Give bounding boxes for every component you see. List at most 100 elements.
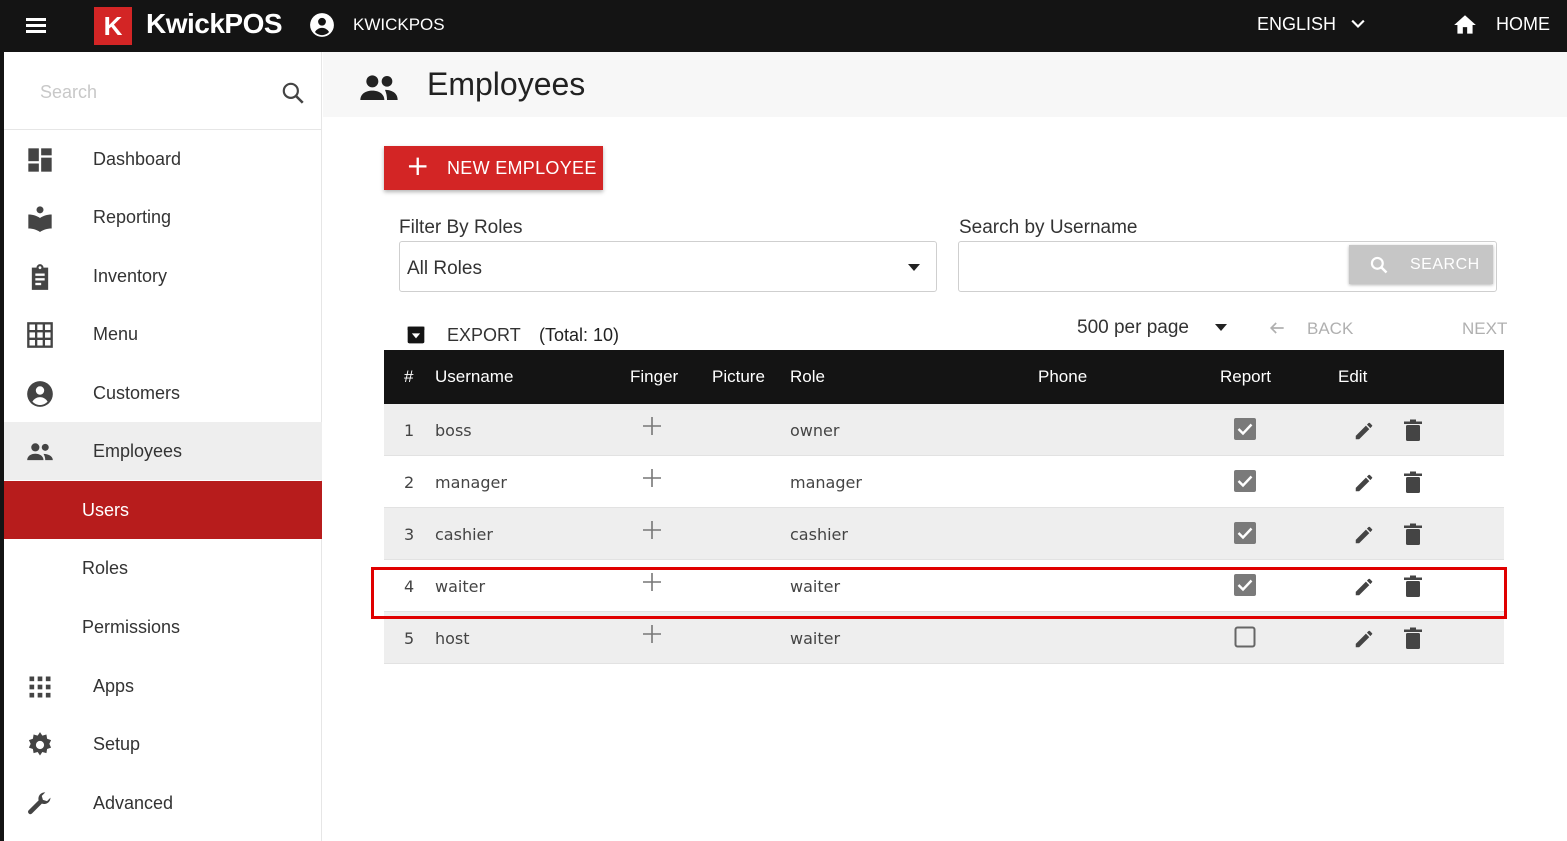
home-link[interactable]: HOME [1496, 14, 1550, 35]
row-number: 5 [404, 629, 415, 648]
caret-down-icon [908, 264, 920, 271]
sidebar-item-dashboard[interactable]: Dashboard [4, 130, 322, 188]
sidebar-search-input[interactable] [40, 76, 270, 108]
brand-name: KwickPOS [146, 8, 283, 39]
sidebar-subitem-roles[interactable]: Roles [4, 539, 322, 597]
row-number: 3 [404, 525, 415, 544]
sidebar-search [4, 52, 322, 130]
sidebar-subitem-label: Roles [82, 558, 129, 578]
column-header-report: Report [1220, 367, 1272, 386]
apps-icon [29, 676, 51, 698]
report-checkbox-checked-icon[interactable] [1234, 522, 1256, 544]
add-fingerprint-icon[interactable] [642, 416, 662, 436]
row-username: manager [435, 473, 507, 492]
row-number: 1 [404, 421, 415, 440]
username-search-input[interactable] [967, 252, 1337, 282]
search-icon[interactable] [280, 80, 306, 106]
page-title: Employees [427, 66, 586, 102]
row-role: waiter [790, 577, 841, 596]
export-button[interactable]: EXPORT [447, 325, 521, 346]
column-header-role: Role [790, 367, 825, 386]
new-employee-label: NEW EMPLOYEE [447, 158, 597, 178]
sidebar: Dashboard Reporting Inventory Menu Custo… [4, 52, 322, 841]
sidebar-item-reporting[interactable]: Reporting [4, 188, 322, 246]
sidebar-subitem-users[interactable]: Users [4, 481, 322, 539]
per-page-select[interactable]: 500 per page [1077, 317, 1189, 339]
hamburger-menu-icon[interactable] [22, 12, 50, 40]
caret-down-icon[interactable] [1215, 324, 1227, 331]
people-icon [360, 75, 398, 100]
sidebar-item-inventory[interactable]: Inventory [4, 247, 322, 305]
trash-icon[interactable] [1403, 471, 1423, 493]
trash-icon[interactable] [1403, 523, 1423, 545]
row-role: cashier [790, 525, 848, 544]
report-checkbox-unchecked-icon[interactable] [1234, 626, 1256, 648]
row-username: cashier [435, 525, 493, 544]
next-button[interactable]: NEXT [1462, 319, 1507, 339]
trash-icon[interactable] [1403, 419, 1423, 441]
pencil-icon[interactable] [1353, 628, 1375, 650]
column-header-edit: Edit [1338, 367, 1368, 386]
username-search-field: SEARCH [958, 241, 1497, 292]
pencil-icon[interactable] [1353, 524, 1375, 546]
sidebar-item-label: Dashboard [93, 149, 182, 169]
trash-icon[interactable] [1403, 627, 1423, 649]
role-filter-value: All Roles [407, 258, 482, 279]
arrow-left-icon[interactable] [1266, 318, 1288, 338]
sidebar-item-advanced[interactable]: Advanced [4, 774, 322, 832]
sidebar-item-label: Inventory [93, 266, 168, 286]
sidebar-item-setup[interactable]: Setup [4, 715, 322, 773]
back-button[interactable]: BACK [1307, 319, 1353, 339]
table-row[interactable]: 1 boss owner [384, 404, 1504, 456]
table-row[interactable]: 4 waiter waiter [384, 560, 1504, 612]
chevron-down-icon[interactable] [1348, 14, 1368, 34]
sidebar-subitem-label: Permissions [82, 617, 181, 637]
filter-by-roles-label: Filter By Roles [399, 217, 523, 238]
row-role: manager [790, 473, 862, 492]
table-row[interactable]: 5 host waiter [384, 612, 1504, 664]
report-checkbox-checked-icon[interactable] [1234, 470, 1256, 492]
sidebar-item-menu[interactable]: Menu [4, 305, 322, 363]
language-selector[interactable]: ENGLISH [1257, 14, 1336, 35]
sidebar-item-employees[interactable]: Employees [4, 422, 322, 480]
table-row[interactable]: 3 cashier cashier [384, 508, 1504, 560]
sidebar-item-label: Setup [93, 734, 141, 754]
search-button-label: SEARCH [1410, 256, 1480, 273]
role-filter-select[interactable]: All Roles [399, 241, 937, 292]
trash-icon[interactable] [1403, 575, 1423, 597]
add-fingerprint-icon[interactable] [642, 572, 662, 592]
sidebar-item-label: Apps [93, 676, 135, 696]
clipboard-icon [31, 264, 49, 290]
add-fingerprint-icon[interactable] [642, 520, 662, 540]
report-checkbox-checked-icon[interactable] [1234, 574, 1256, 596]
top-bar: K KwickPOS KWICKPOS ENGLISH HOME [0, 0, 1567, 52]
grid-icon [27, 322, 53, 348]
row-number: 2 [404, 473, 415, 492]
sidebar-subitem-permissions[interactable]: Permissions [4, 598, 322, 656]
sidebar-item-label: Reporting [93, 207, 172, 227]
export-archive-icon[interactable] [406, 325, 426, 345]
sidebar-item-customers[interactable]: Customers [4, 364, 322, 422]
home-icon[interactable] [1452, 12, 1478, 38]
account-name[interactable]: KWICKPOS [353, 15, 445, 35]
table-row[interactable]: 2 manager manager [384, 456, 1504, 508]
pencil-icon[interactable] [1353, 576, 1375, 598]
pencil-icon[interactable] [1353, 420, 1375, 442]
sidebar-item-label: Customers [93, 383, 181, 403]
new-employee-button[interactable]: + NEW EMPLOYEE [384, 146, 603, 190]
sidebar-item-label: Advanced [93, 793, 174, 813]
column-header-phone: Phone [1038, 367, 1088, 386]
total-count: (Total: 10) [539, 325, 620, 345]
page-header: Employees [323, 52, 1567, 117]
row-username: boss [435, 421, 472, 440]
add-fingerprint-icon[interactable] [642, 468, 662, 488]
search-button[interactable]: SEARCH [1349, 245, 1493, 284]
report-checkbox-checked-icon[interactable] [1234, 418, 1256, 440]
account-circle-icon[interactable] [309, 12, 335, 38]
plus-icon: + [406, 149, 430, 182]
pencil-icon[interactable] [1353, 472, 1375, 494]
add-fingerprint-icon[interactable] [642, 624, 662, 644]
column-header-number: # [404, 367, 414, 386]
sidebar-item-apps[interactable]: Apps [4, 657, 322, 715]
sidebar-item-label: Employees [93, 441, 183, 461]
